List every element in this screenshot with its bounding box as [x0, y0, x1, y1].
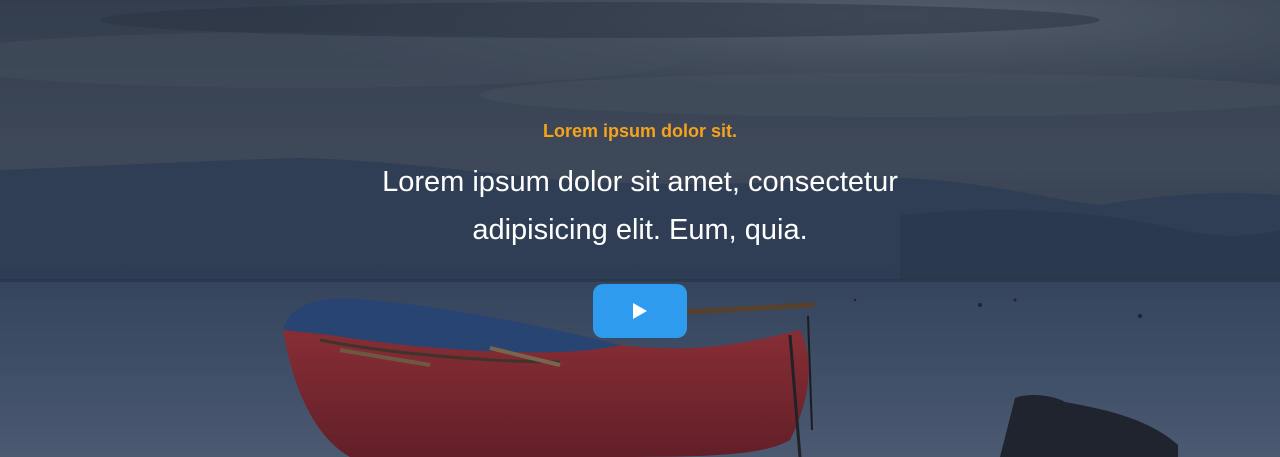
play-icon [633, 303, 647, 319]
hero-headline: Lorem ipsum dolor sit amet, consectetur … [340, 158, 940, 254]
hero-eyebrow: Lorem ipsum dolor sit. [542, 121, 738, 141]
hero-content: Lorem ipsum dolor sit. Lorem ipsum dolor… [0, 0, 1280, 457]
hero-section: Lorem ipsum dolor sit. Lorem ipsum dolor… [0, 0, 1280, 457]
hero-headline-line-2: adipisicing elit. Eum, quia. [472, 214, 808, 246]
play-video-button[interactable] [593, 284, 687, 338]
hero-headline-line-1: Lorem ipsum dolor sit amet, consectetur [382, 166, 898, 198]
